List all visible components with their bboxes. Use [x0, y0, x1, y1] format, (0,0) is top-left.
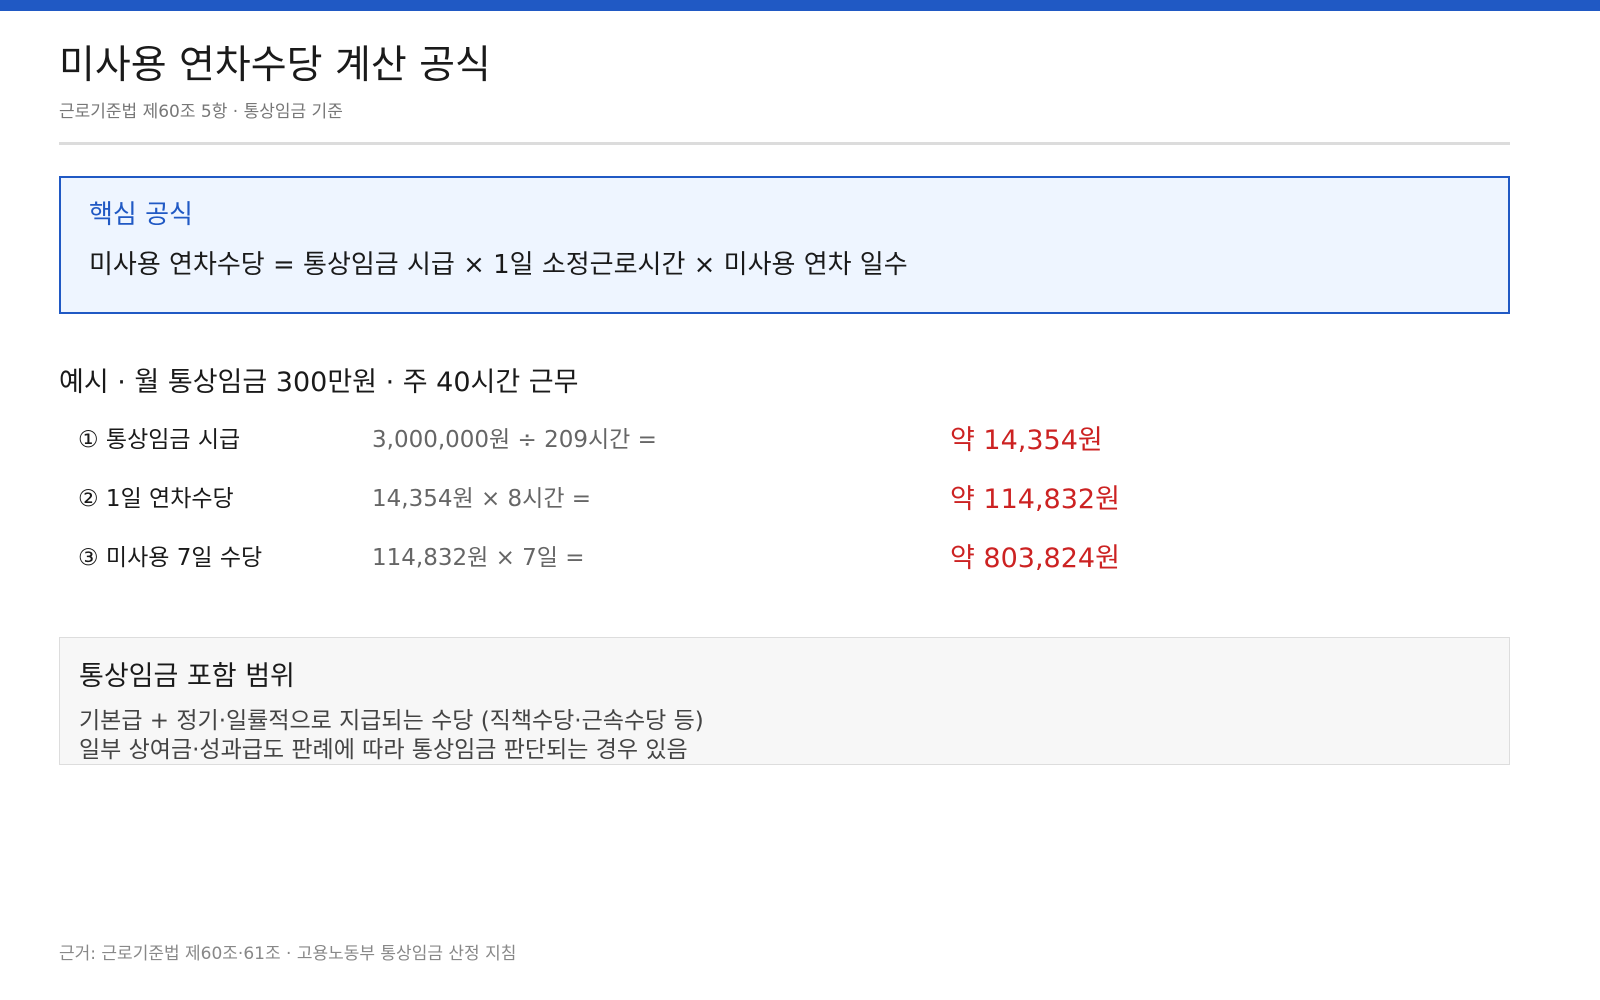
formula-text: 미사용 연차수당 = 통상임금 시급 × 1일 소정근로시간 × 미사용 연차 … [89, 250, 908, 280]
calc-row-expression: 114,832원 × 7일 = [372, 545, 585, 571]
calc-row-unused-7-days: ③ 미사용 7일 수당 114,832원 × 7일 = 약 803,824원 [78, 538, 1178, 578]
scope-title: 통상임금 포함 범위 [79, 661, 295, 692]
calc-row-daily-allowance: ② 1일 연차수당 14,354원 × 8시간 = 약 114,832원 [78, 479, 1178, 519]
footer-source-note: 근거: 근로기준법 제60조·61조 · 고용노동부 통상임금 산정 지침 [59, 944, 517, 964]
example-title: 예시 · 월 통상임금 300만원 · 주 40시간 근무 [59, 367, 579, 398]
calc-row-hourly-wage: ① 통상임금 시급 3,000,000원 ÷ 209시간 = 약 14,354원 [78, 420, 1178, 460]
formula-label: 핵심 공식 [89, 200, 193, 230]
calc-row-result: 약 14,354원 [950, 425, 1103, 456]
page-title: 미사용 연차수당 계산 공식 [59, 43, 491, 88]
calc-row-label: ② 1일 연차수당 [78, 486, 234, 512]
scope-line: 일부 상여금·성과급도 판례에 따라 통상임금 판단되는 경우 있음 [79, 737, 688, 763]
formula-box: 핵심 공식 미사용 연차수당 = 통상임금 시급 × 1일 소정근로시간 × 미… [59, 176, 1510, 314]
top-accent-bar [0, 0, 1600, 11]
wage-scope-box: 통상임금 포함 범위 기본급 + 정기·일률적으로 지급되는 수당 (직책수당·… [59, 637, 1510, 765]
calc-row-expression: 3,000,000원 ÷ 209시간 = [372, 427, 657, 453]
calc-row-result: 약 803,824원 [950, 543, 1120, 574]
calc-row-expression: 14,354원 × 8시간 = [372, 486, 592, 512]
calc-row-label: ③ 미사용 7일 수당 [78, 545, 263, 571]
header-divider [59, 142, 1510, 145]
calc-row-label: ① 통상임금 시급 [78, 427, 241, 453]
calc-row-result: 약 114,832원 [950, 484, 1120, 515]
page-subtitle: 근로기준법 제60조 5항 · 통상임금 기준 [59, 102, 343, 122]
